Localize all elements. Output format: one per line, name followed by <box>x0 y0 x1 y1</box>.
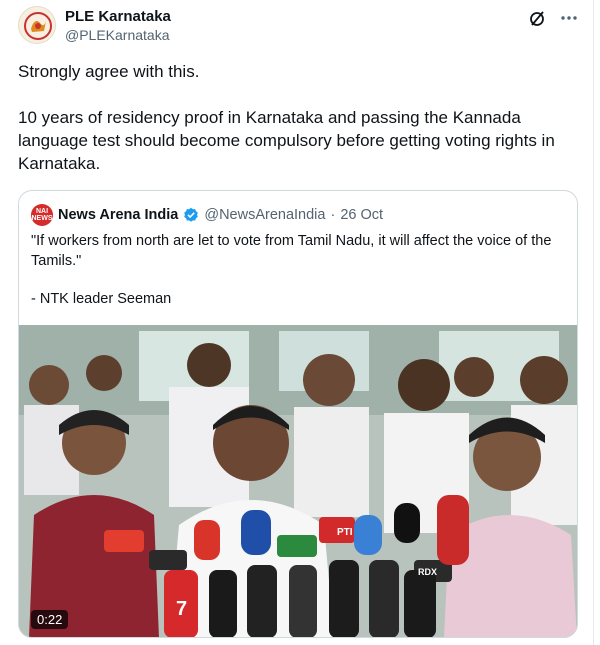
author-handle[interactable]: @PLEKarnataka <box>65 26 171 45</box>
mic-label-rdx: RDX <box>418 567 437 577</box>
mic-label-7: 7 <box>176 598 187 620</box>
quoted-avatar-text-bottom: NEWS <box>31 215 53 222</box>
video-duration: 0:22 <box>31 610 69 629</box>
ple-logo <box>24 12 52 40</box>
quoted-separator: · <box>330 207 336 223</box>
quoted-avatar-text-top: NAI <box>35 208 49 215</box>
quoted-author-name[interactable]: News Arena India <box>58 207 178 223</box>
author-name[interactable]: PLE Karnataka <box>65 7 171 26</box>
tweet-actions <box>527 8 579 28</box>
quoted-tweet[interactable]: NAI NEWS News Arena India @NewsArenaIndi… <box>18 190 578 638</box>
slash-circle-icon[interactable] <box>527 8 547 28</box>
tweet-paragraph-1: Strongly agree with this. <box>18 62 200 81</box>
quoted-avatar[interactable]: NAI NEWS <box>31 204 53 226</box>
more-dots-icon[interactable] <box>559 8 579 28</box>
video-thumbnail: PTI 7 RDX <box>19 325 577 637</box>
quoted-quote: "If workers from north are let to vote f… <box>31 233 552 269</box>
tweet-header: PLE Karnataka @PLEKarnataka <box>18 6 579 50</box>
mic-label-pti: PTI <box>337 527 353 538</box>
video-player[interactable]: PTI 7 RDX 0:22 <box>19 325 577 637</box>
author-info: PLE Karnataka @PLEKarnataka <box>65 7 171 45</box>
tweet-text: Strongly agree with this. 10 years of re… <box>18 60 578 198</box>
verified-badge-icon <box>184 207 199 222</box>
tweet-card: PLE Karnataka @PLEKarnataka Strongly agr… <box>4 0 594 645</box>
quoted-author-handle[interactable]: @NewsArenaIndia <box>204 207 325 223</box>
author-avatar[interactable] <box>18 6 56 44</box>
quoted-text: "If workers from north are let to vote f… <box>31 231 571 327</box>
quoted-date[interactable]: 26 Oct <box>340 207 383 223</box>
quoted-attribution: - NTK leader Seeman <box>31 291 172 307</box>
tweet-paragraph-2: 10 years of residency proof in Karnataka… <box>18 108 555 173</box>
quoted-header: NAI NEWS News Arena India @NewsArenaIndi… <box>31 204 383 226</box>
